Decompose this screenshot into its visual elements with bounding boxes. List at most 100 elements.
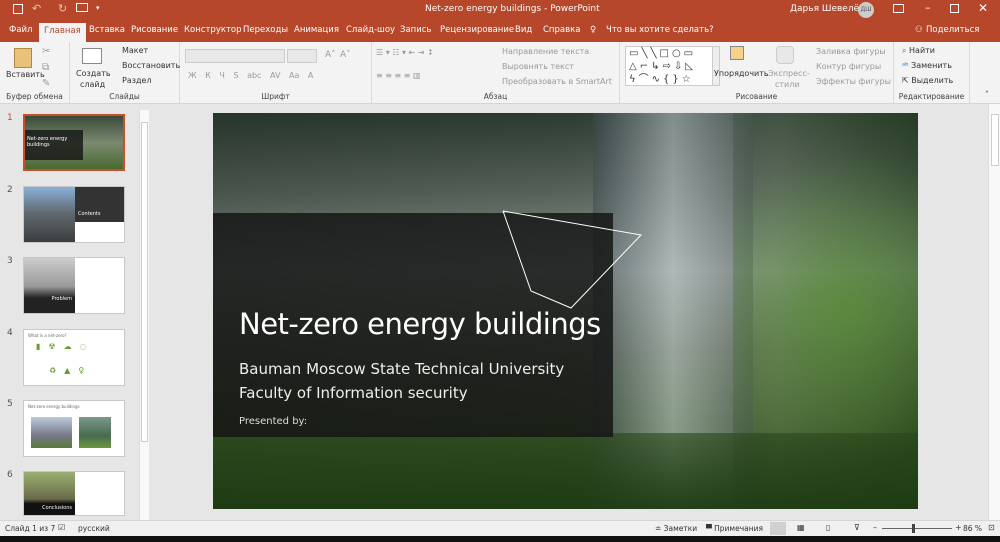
replace-label: Заменить <box>911 61 952 70</box>
select-button[interactable]: ⇱ Выделить <box>902 76 953 85</box>
close-icon[interactable]: ✕ <box>978 1 988 15</box>
tab-slideshow[interactable]: Слайд-шоу <box>346 25 395 35</box>
new-slide-icon[interactable] <box>82 48 102 64</box>
slideshow-icon[interactable]: ⊽ <box>854 523 860 532</box>
new-slide-button-label[interactable]: слайд <box>80 80 105 89</box>
thumbnail-slide-3[interactable]: Problem <box>23 257 125 314</box>
new-slide-button[interactable]: Создать <box>76 69 111 78</box>
font-name-select[interactable] <box>185 49 285 63</box>
restore-icon[interactable] <box>950 4 959 13</box>
text-direction-button[interactable]: Направление текста <box>502 47 589 56</box>
bold-button[interactable]: Ж <box>188 71 197 80</box>
reset-button[interactable]: Восстановить <box>122 61 180 70</box>
zoom-slider-thumb[interactable] <box>911 524 915 533</box>
thumbnail-slide-1[interactable]: Net-zero energy buildings <box>23 114 125 171</box>
ribbon-display-options-icon[interactable] <box>893 4 904 13</box>
slide-scrollbar[interactable] <box>988 104 1000 520</box>
arrange-icon[interactable] <box>730 46 744 60</box>
tab-design[interactable]: Конструктор <box>184 25 242 35</box>
convert-smartart-button[interactable]: Преобразовать в SmartArt <box>502 77 612 86</box>
thumbnail-slide-6[interactable]: Conclusions <box>23 471 125 516</box>
comments-button[interactable]: ▀ Примечания <box>706 524 763 533</box>
share-button[interactable]: Поделиться <box>926 25 979 35</box>
italic-button[interactable]: К <box>205 71 211 80</box>
group-paragraph: ☰ ▾ ☷ ▾ ⇤ ⇥ ↕ ≡ ≡ ≡ ≡ ▥ Направление текс… <box>372 42 620 104</box>
reading-view-icon[interactable]: ▯ <box>826 523 830 532</box>
find-button[interactable]: ⌕ Найти <box>902 46 935 56</box>
strikethrough-button[interactable]: abc <box>247 71 261 80</box>
normal-view-icon[interactable] <box>770 522 786 535</box>
align-buttons[interactable]: ≡ ≡ ≡ ≡ ▥ <box>376 71 421 80</box>
zoom-in-button[interactable]: + <box>955 523 962 532</box>
layout-button[interactable]: Макет <box>122 46 148 55</box>
thumbnail-slide-4[interactable]: What is a net-zero? ▮☢☁◌ ♻▲♀ <box>23 329 125 386</box>
scrollbar-thumb[interactable] <box>141 122 148 442</box>
tab-record[interactable]: Запись <box>400 25 431 35</box>
paste-button[interactable]: Вставить <box>6 70 45 79</box>
minimize-icon[interactable]: – <box>925 1 931 14</box>
increase-font-icon[interactable]: A˄ <box>325 50 336 60</box>
tab-draw[interactable]: Рисование <box>131 25 178 35</box>
customize-qat-icon[interactable]: ▾ <box>96 4 100 12</box>
group-editing: ⌕ Найти ᵃᵇ Заменить ⇱ Выделить Редактиро… <box>894 42 970 104</box>
font-size-select[interactable] <box>287 49 317 63</box>
thumbnail-title: What is a net-zero? <box>28 333 67 338</box>
notes-button[interactable]: ≐ Заметки <box>655 524 697 533</box>
align-text-button[interactable]: Выровнять текст <box>502 62 574 71</box>
scrollbar-thumb[interactable] <box>991 114 999 166</box>
font-color-button[interactable]: A <box>308 71 313 80</box>
shapes-gallery-scroll[interactable] <box>712 46 720 86</box>
tab-view[interactable]: Вид <box>515 25 532 35</box>
list-buttons[interactable]: ☰ ▾ ☷ ▾ ⇤ ⇥ ↕ <box>376 48 434 57</box>
redo-icon[interactable]: ↻ <box>58 2 67 15</box>
save-icon[interactable] <box>13 4 23 14</box>
font-format-buttons[interactable]: Ж К Ч S abc AV Aa A <box>188 71 313 80</box>
fit-slide-icon[interactable]: ⊡ <box>988 523 995 532</box>
shadow-button[interactable]: S <box>233 71 238 80</box>
collapse-ribbon-icon[interactable]: ˄ <box>985 90 989 99</box>
tab-file[interactable]: Файл <box>9 25 32 35</box>
tab-help[interactable]: Справка <box>543 25 580 35</box>
tab-animations[interactable]: Анимация <box>294 25 339 35</box>
tab-home[interactable]: Главная <box>39 23 86 42</box>
language[interactable]: русский <box>78 524 110 533</box>
quick-styles-button[interactable]: Экспресс- <box>768 69 810 78</box>
spacing-button[interactable]: AV <box>270 71 280 80</box>
thumbnail-scrollbar[interactable] <box>139 110 149 520</box>
underline-button[interactable]: Ч <box>219 71 224 80</box>
tab-review[interactable]: Рецензирование <box>440 25 514 35</box>
title-bar: ↶ ↻ ▾ Net-zero energy buildings - PowerP… <box>0 0 1000 20</box>
change-case-button[interactable]: Aa <box>289 71 299 80</box>
shape-outline-button[interactable]: Контур фигуры <box>816 62 881 71</box>
replace-icon: ᵃᵇ <box>902 61 909 70</box>
cut-icon[interactable]: ✂ <box>42 46 50 57</box>
slide-sorter-icon[interactable]: ▦ <box>797 523 805 532</box>
tab-transitions[interactable]: Переходы <box>243 25 288 35</box>
arrange-button[interactable]: Упорядочить <box>714 69 769 78</box>
slide-number: 6 <box>7 470 13 480</box>
replace-button[interactable]: ᵃᵇ Заменить <box>902 61 952 70</box>
decrease-font-icon[interactable]: A˅ <box>340 50 351 60</box>
format-painter-icon[interactable]: ✎ <box>42 78 50 89</box>
shape-effects-button[interactable]: Эффекты фигуры <box>816 77 891 86</box>
section-button[interactable]: Раздел <box>122 76 152 85</box>
quick-styles-icon[interactable] <box>776 46 794 64</box>
thumbnail-slide-5[interactable]: Net-zero energy buildings <box>23 400 125 457</box>
undo-icon[interactable]: ↶ <box>32 2 41 15</box>
zoom-slider[interactable] <box>882 524 952 533</box>
quick-styles-label[interactable]: стили <box>775 80 800 89</box>
paste-icon[interactable] <box>14 48 32 68</box>
shape-fill-button[interactable]: Заливка фигуры <box>816 47 886 56</box>
zoom-out-button[interactable]: – <box>873 523 877 532</box>
shapes-gallery[interactable]: ▭╲╲□○▭ △⌐↳⇨⇩◺ ϟ⌒∿{}☆ <box>625 46 713 86</box>
spellcheck-icon[interactable]: ☑ <box>58 523 65 532</box>
copy-icon[interactable]: ⧉ <box>42 62 49 73</box>
tab-insert[interactable]: Вставка <box>89 25 125 35</box>
slideshow-start-icon[interactable] <box>76 3 88 12</box>
triangle-line <box>502 210 643 309</box>
tell-me-input[interactable]: Что вы хотите сделать? <box>606 25 714 35</box>
thumbnail-slide-2[interactable]: Contents <box>23 186 125 243</box>
avatar[interactable]: ДШ <box>858 2 874 18</box>
zoom-level[interactable]: 86 % <box>963 524 982 533</box>
slide-canvas[interactable]: Net-zero energy buildings Bauman Moscow … <box>213 113 918 509</box>
